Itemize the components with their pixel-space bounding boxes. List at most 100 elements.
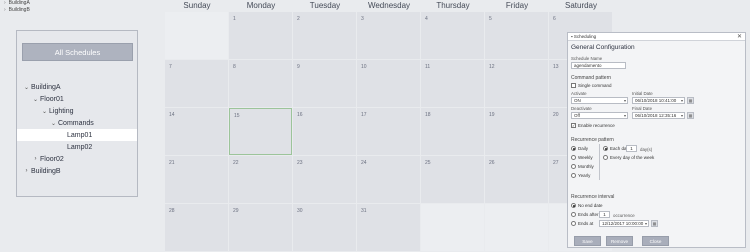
day-number: 28 — [169, 208, 175, 214]
chevron-down-icon: ▾ — [623, 113, 626, 118]
calendar-day-cell[interactable]: 23 — [293, 156, 356, 203]
calendar-icon[interactable]: ▦ — [687, 97, 694, 104]
tree-item-lamp02[interactable]: Lamp02 — [17, 141, 137, 153]
final-date-input[interactable]: 06/10/2018 12:35:16 ▾ — [632, 112, 685, 119]
tree-item-floor01[interactable]: ⌄ Floor01 — [17, 93, 137, 105]
tree-item-label: Lighting — [49, 107, 74, 115]
calendar-day-cell[interactable]: 15 — [229, 108, 292, 155]
calendar-day-cell[interactable] — [485, 204, 548, 251]
no-end-date-radio[interactable]: No end date — [571, 203, 603, 208]
calendar-icon[interactable]: ▦ — [651, 220, 658, 227]
calendar-day-cell[interactable]: 16 — [293, 108, 356, 155]
day-header-thursday: Thursday — [436, 1, 470, 10]
calendar-day-cell[interactable]: 14 — [165, 108, 228, 155]
calendar-day-cell[interactable]: 3 — [357, 12, 420, 59]
calendar-day-cell[interactable]: 12 — [485, 60, 548, 107]
day-number: 22 — [233, 160, 239, 166]
schedule-name-input[interactable]: agendamento — [571, 62, 626, 69]
scheduling-dialog: ▪ Scheduling ✕ General Configuration Sch… — [567, 32, 746, 248]
calendar-day-cell[interactable]: 1 — [229, 12, 292, 59]
weekly-radio[interactable]: Weekly — [571, 155, 593, 160]
tree-item-buildinga[interactable]: ⌄ BuildingA — [17, 81, 137, 93]
chevron-down-icon[interactable]: ⌄ — [22, 84, 31, 91]
calendar-day-cell[interactable]: 31 — [357, 204, 420, 251]
window-icon: ▪ — [571, 34, 573, 39]
chevron-down-icon[interactable]: ⌄ — [49, 120, 58, 127]
every-weekday-radio[interactable]: Every day of the week — [603, 155, 654, 160]
activate-select[interactable]: ON ▾ — [571, 97, 628, 104]
occurrences-suffix: occurrence — [613, 213, 635, 218]
chevron-right-icon[interactable]: › — [22, 168, 31, 174]
calendar-day-cell[interactable]: 24 — [357, 156, 420, 203]
each-day-radio[interactable]: Each day — [603, 146, 629, 151]
tree-item-lighting[interactable]: ⌄ Lighting — [17, 105, 137, 117]
day-number: 14 — [169, 112, 175, 118]
calendar-day-cell[interactable]: 10 — [357, 60, 420, 107]
calendar-day-cell[interactable]: 29 — [229, 204, 292, 251]
yearly-radio[interactable]: Yearly — [571, 173, 590, 178]
top-tree-item-a[interactable]: › BuildingA — [4, 0, 30, 7]
ends-at-input[interactable]: 12/12/2017 10:00:00 ▾ — [599, 220, 649, 227]
ends-at-radio[interactable]: Ends at — [571, 221, 593, 226]
dialog-titlebar: ▪ Scheduling ✕ — [568, 33, 745, 41]
calendar-day-cell[interactable]: 18 — [421, 108, 484, 155]
save-button[interactable]: Save — [574, 236, 601, 246]
day-header-sunday: Sunday — [183, 1, 211, 10]
monthly-radio[interactable]: Monthly — [571, 164, 594, 169]
chevron-down-icon: ▾ — [680, 98, 683, 103]
radio-dot — [571, 155, 576, 160]
chevron-down-icon: ▾ — [680, 113, 683, 118]
each-day-input[interactable]: 1 — [626, 145, 637, 152]
schedule-name-label: Schedule Name — [571, 56, 603, 61]
calendar-day-cell[interactable]: 30 — [293, 204, 356, 251]
calendar-day-cell[interactable]: 8 — [229, 60, 292, 107]
activate-label: Activate — [571, 91, 587, 96]
day-number: 19 — [489, 112, 495, 118]
initial-date-input[interactable]: 06/10/2018 10:41:00 ▾ — [632, 97, 685, 104]
chevron-right-icon: › — [4, 7, 6, 13]
day-number: 11 — [425, 64, 431, 70]
ends-after-input[interactable]: 1 — [599, 211, 610, 218]
close-icon[interactable]: ✕ — [737, 33, 742, 40]
dialog-title: ▪ Scheduling — [571, 34, 597, 39]
schedules-panel: All Schedules ⌄ BuildingA ⌄ Floor01 ⌄ Lightin… — [16, 30, 138, 197]
calendar-day-cell[interactable]: 4 — [421, 12, 484, 59]
calendar-day-cell[interactable]: 21 — [165, 156, 228, 203]
chevron-right-icon: › — [4, 0, 6, 6]
calendar-day-cell[interactable] — [165, 12, 228, 59]
ends-after-radio[interactable]: Ends after — [571, 212, 599, 217]
calendar-day-cell[interactable]: 19 — [485, 108, 548, 155]
day-number: 18 — [425, 112, 431, 118]
calendar-day-cell[interactable]: 26 — [485, 156, 548, 203]
single-command-checkbox[interactable]: Single command — [571, 83, 612, 88]
daily-radio[interactable]: Daily — [571, 146, 588, 151]
day-number: 31 — [361, 208, 367, 214]
enable-recurrence-checkbox[interactable]: ✓ Enable recurrence — [571, 123, 615, 128]
calendar-day-cell[interactable]: 2 — [293, 12, 356, 59]
close-button[interactable]: Close — [642, 236, 669, 246]
day-number: 26 — [489, 160, 495, 166]
tree-item-buildingb[interactable]: › BuildingB — [17, 165, 137, 177]
chevron-down-icon[interactable]: ⌄ — [40, 108, 49, 115]
calendar-day-cell[interactable] — [421, 204, 484, 251]
remove-button[interactable]: Remove — [606, 236, 633, 246]
calendar-day-cell[interactable]: 17 — [357, 108, 420, 155]
tree-item-lamp01[interactable]: Lamp01 — [17, 129, 137, 141]
all-schedules-button[interactable]: All Schedules — [22, 43, 133, 61]
day-number: 13 — [553, 64, 559, 70]
calendar-day-cell[interactable]: 25 — [421, 156, 484, 203]
calendar-icon[interactable]: ▦ — [687, 112, 694, 119]
calendar-day-cell[interactable]: 11 — [421, 60, 484, 107]
top-tree-item-b[interactable]: › BuildingB — [4, 7, 30, 14]
calendar-day-cell[interactable]: 9 — [293, 60, 356, 107]
calendar-day-cell[interactable]: 28 — [165, 204, 228, 251]
tree-item-floor02[interactable]: › Floor02 — [17, 153, 137, 165]
calendar-day-cell[interactable]: 22 — [229, 156, 292, 203]
day-number: 9 — [297, 64, 300, 70]
deactivate-select[interactable]: Off ▾ — [571, 112, 628, 119]
calendar-day-cell[interactable]: 5 — [485, 12, 548, 59]
tree-item-commands[interactable]: ⌄ Commands — [17, 117, 137, 129]
calendar-day-cell[interactable]: 7 — [165, 60, 228, 107]
chevron-down-icon[interactable]: ⌄ — [31, 96, 40, 103]
chevron-right-icon[interactable]: › — [31, 156, 40, 162]
